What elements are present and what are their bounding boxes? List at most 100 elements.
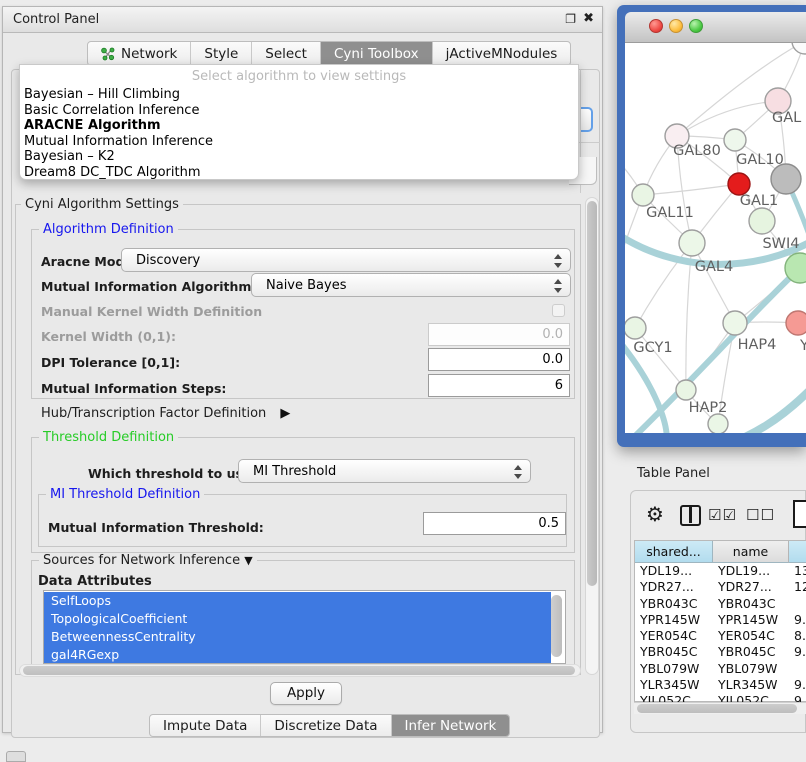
aracne-mode-combo[interactable]: Discovery (121, 248, 571, 272)
table-row[interactable]: YBR045C YBR045C 9. (635, 644, 806, 660)
settings-vertical-scrollbar[interactable] (585, 197, 599, 675)
tab-impute-data[interactable]: Impute Data (150, 715, 261, 736)
table-row[interactable]: YDR27... YDR27... 12 (635, 579, 806, 595)
cell: YPR145W (635, 612, 713, 628)
network-canvas[interactable]: GAL80 GAL10 GAL1 GAL11 SWI4 GAL4 GCY1 HA… (625, 43, 806, 433)
data-attributes-list[interactable]: SelfLoops TopologicalCoefficient Between… (43, 590, 566, 664)
scrollbar-thumb[interactable] (637, 704, 797, 713)
manual-kernel-label: Manual Kernel Width Definition (41, 304, 262, 319)
network-view-window: GAL80 GAL10 GAL1 GAL11 SWI4 GAL4 GCY1 HA… (617, 5, 806, 447)
mi-steps-field[interactable]: 6 (428, 374, 570, 397)
list-item[interactable]: gal4RGexp (44, 646, 551, 664)
control-panel-titlebar[interactable]: Control Panel ❐ ✖ (3, 7, 602, 33)
scrollbar-thumb[interactable] (23, 666, 575, 675)
hub-expander[interactable]: Hub/Transcription Factor Definition ▶ (41, 406, 290, 421)
cell: 9. (789, 612, 806, 628)
zoom-window-icon[interactable] (689, 19, 703, 33)
bottom-tabstrip: Impute Data Discretize Data Infer Networ… (149, 714, 510, 737)
list-item[interactable]: SelfLoops (44, 592, 551, 610)
mi-threshold-field[interactable]: 0.5 (423, 512, 566, 535)
select-all-rows-icon[interactable]: ☑☑ (708, 506, 737, 524)
menu-item-bayesian-hill-climbing[interactable]: Bayesian – Hill Climbing (24, 87, 574, 103)
column-header-cut[interactable] (789, 541, 806, 563)
which-threshold-combo[interactable]: MI Threshold (238, 459, 531, 483)
menu-item-mutual-information[interactable]: Mutual Information Inference (24, 134, 574, 150)
dpi-tolerance-field[interactable]: 0.0 (428, 348, 570, 371)
tab-jactivemnodules[interactable]: jActiveMNodules (433, 42, 571, 65)
column-header-shared-name[interactable]: shared... (635, 541, 713, 563)
tab-discretize-data[interactable]: Discretize Data (261, 715, 391, 736)
tab-network-label: Network (121, 46, 177, 62)
cell: YLR345W (713, 677, 789, 693)
tab-infer-network[interactable]: Infer Network (392, 715, 510, 736)
tab-discretize-data-label: Discretize Data (274, 718, 377, 734)
document-icon[interactable] (793, 500, 806, 528)
split-columns-icon[interactable] (680, 505, 701, 526)
mi-threshold-legend: MI Threshold Definition (46, 487, 204, 502)
sources-expander[interactable]: Sources for Network Inference ▼ (39, 553, 257, 568)
cell: YBR045C (635, 644, 713, 660)
network-window-titlebar[interactable] (625, 12, 806, 43)
menu-item-basic-correlation[interactable]: Basic Correlation Inference (24, 103, 574, 119)
settings-horizontal-scrollbar[interactable] (19, 664, 581, 677)
algorithm-definition-legend: Algorithm Definition (39, 222, 178, 237)
deselect-all-rows-icon[interactable]: ☐☐ (746, 506, 775, 524)
cyni-settings-legend: Cyni Algorithm Settings (21, 197, 183, 212)
cell: 8. (789, 628, 806, 644)
table-row[interactable]: YBR043C YBR043C (635, 596, 806, 612)
menu-item-bayesian-k2[interactable]: Bayesian – K2 (24, 149, 574, 165)
tab-select[interactable]: Select (252, 42, 321, 65)
expanded-arrow-icon: ▼ (244, 554, 252, 567)
hub-expander-label: Hub/Transcription Factor Definition (41, 406, 266, 421)
cell: YDR27... (635, 579, 713, 595)
cell: YER054C (635, 628, 713, 644)
cell: YDL19... (713, 563, 789, 579)
focused-combo-fragment[interactable] (581, 107, 593, 132)
gear-icon[interactable]: ⚙ (646, 502, 664, 526)
node-label: GAL1 (740, 193, 778, 209)
table-panel-title: Table Panel (637, 466, 710, 481)
column-header-name[interactable]: name (713, 541, 789, 563)
list-item[interactable]: TopologicalCoefficient (44, 610, 551, 628)
tab-network[interactable]: Network (88, 42, 191, 65)
close-window-icon[interactable] (649, 19, 663, 33)
list-item[interactable]: BetweennessCentrality (44, 628, 551, 646)
spinner-icon (514, 464, 522, 480)
tab-cyni-toolbox[interactable]: Cyni Toolbox (321, 42, 433, 65)
menu-item-aracne[interactable]: ARACNE Algorithm (24, 118, 574, 134)
which-threshold-label: Which threshold to use: (88, 466, 256, 481)
mi-threshold-label: Mutual Information Threshold: (48, 520, 264, 535)
node-table: shared... name YDL19... YDL19... 13 YDR2… (634, 540, 806, 702)
threshold-definition-legend: Threshold Definition (39, 430, 178, 445)
table-row[interactable]: YPR145W YPR145W 9. (635, 612, 806, 628)
mi-type-combo[interactable]: Naive Bayes (251, 273, 571, 297)
cell: 9. (789, 677, 806, 693)
float-panel-icon[interactable]: ❐ (565, 12, 576, 26)
tab-style[interactable]: Style (191, 42, 252, 65)
table-row[interactable]: YBL079W YBL079W (635, 661, 806, 677)
cell: 9. (789, 644, 806, 660)
screen: Control Panel ❐ ✖ Network Style (0, 0, 806, 762)
control-panel-title: Control Panel (13, 12, 99, 27)
kernel-width-field[interactable]: 0.0 (428, 323, 570, 346)
algorithm-dropdown-popup: Select algorithm to view settings Bayesi… (19, 64, 579, 180)
cell: YBR043C (635, 596, 713, 612)
tab-select-label: Select (265, 46, 307, 62)
table-horizontal-scrollbar[interactable] (634, 702, 806, 714)
table-body[interactable]: YDL19... YDL19... 13 YDR27... YDR27... 1… (635, 563, 806, 703)
table-row[interactable]: YER054C YER054C 8. (635, 628, 806, 644)
apply-button[interactable]: Apply (270, 682, 342, 705)
list-vertical-scrollbar[interactable] (551, 595, 562, 657)
data-attributes-label: Data Attributes (38, 574, 152, 589)
node-label-set: GAL80 GAL10 GAL1 GAL11 SWI4 GAL4 GCY1 HA… (633, 110, 806, 416)
table-row[interactable]: YDL19... YDL19... 13 (635, 563, 806, 579)
close-panel-icon[interactable]: ✖ (583, 11, 594, 26)
minimize-window-icon[interactable] (669, 19, 683, 33)
table-row[interactable]: YLR345W YLR345W 9. (635, 677, 806, 693)
manual-kernel-checkbox[interactable] (552, 304, 565, 317)
cell: YER054C (713, 628, 789, 644)
spinner-icon (554, 253, 562, 269)
menu-item-dream8[interactable]: Dream8 DC_TDC Algorithm (24, 165, 574, 181)
scrollbar-thumb[interactable] (587, 201, 597, 586)
cell: YBR043C (713, 596, 789, 612)
